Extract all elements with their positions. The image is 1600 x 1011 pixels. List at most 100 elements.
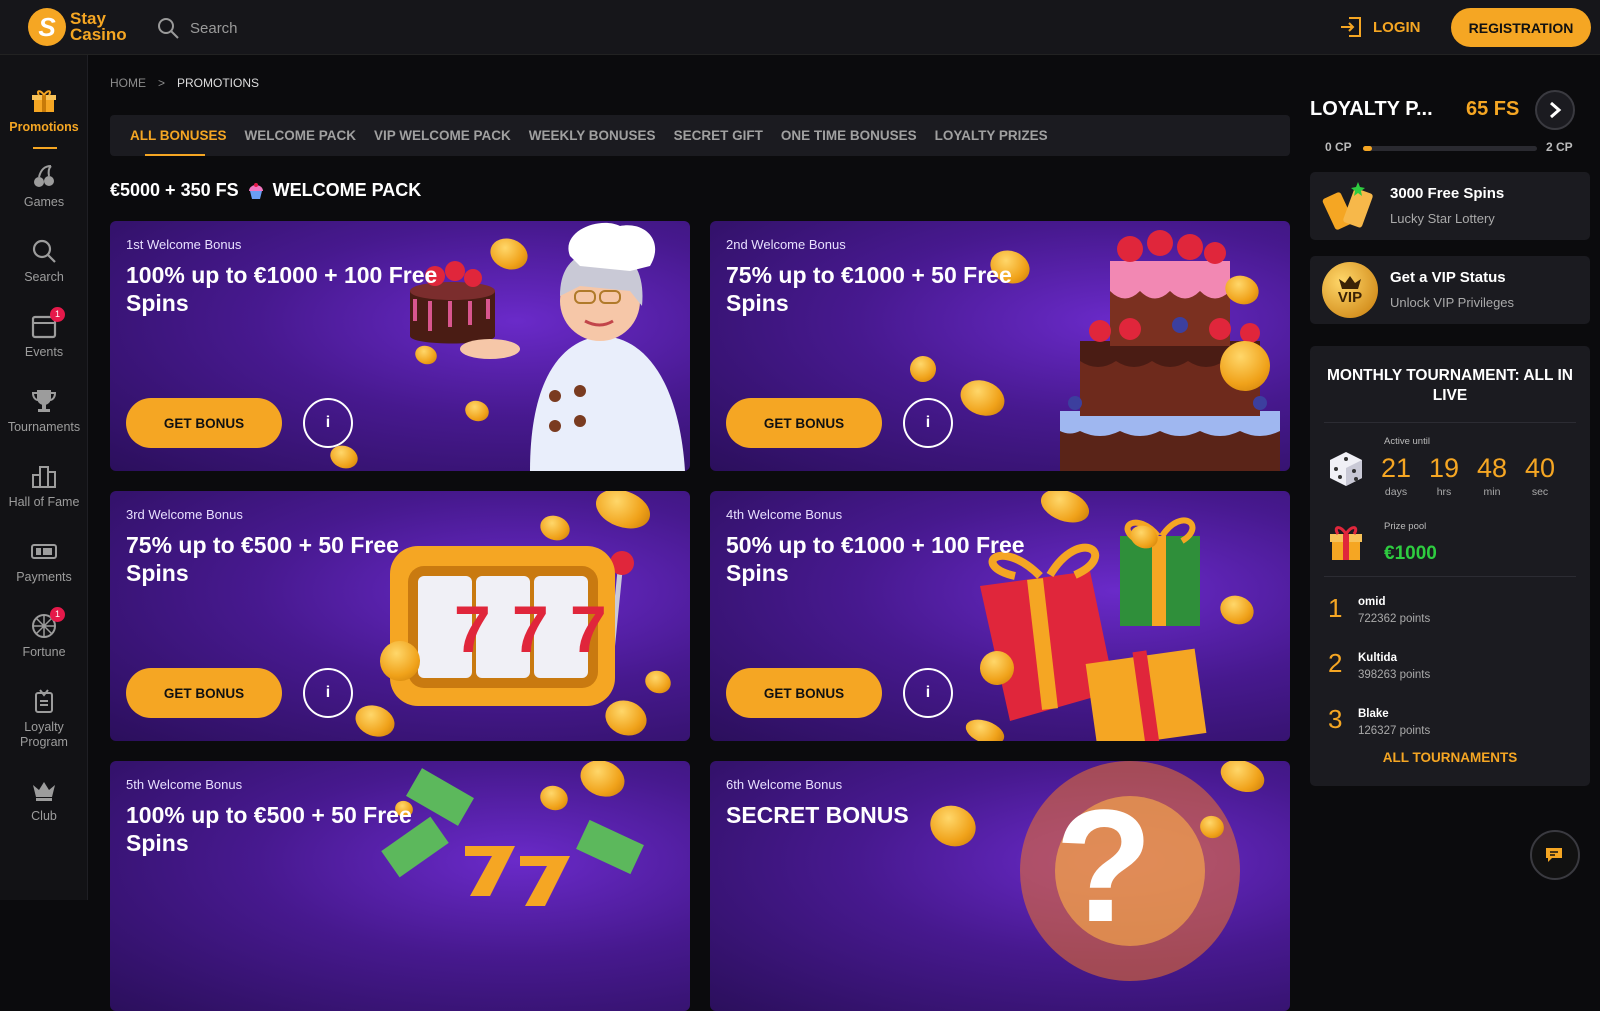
get-bonus-button[interactable]: GET BONUS — [126, 398, 282, 448]
sidebar-item-label: Payments — [16, 570, 72, 584]
countdown-unit: sec — [1531, 486, 1549, 498]
card-subtitle: 4th Welcome Bonus — [726, 507, 843, 522]
get-bonus-button[interactable]: GET BONUS — [726, 668, 882, 718]
bonus-card-1[interactable]: 1st Welcome Bonus 100% up to €1000 + 100… — [110, 221, 690, 471]
bonus-card-6[interactable]: ? 6th Welcome Bonus SECRET BONUS — [710, 761, 1290, 1011]
sidebar-item-payments[interactable]: Payments — [0, 538, 88, 584]
sidebar-item-label: Events — [24, 345, 64, 359]
countdown-hours: 19 hrs — [1424, 454, 1464, 500]
leader-name: omid — [1358, 596, 1386, 608]
sidebar-item-games[interactable]: Games — [0, 163, 88, 209]
countdown-unit: hrs — [1436, 486, 1452, 498]
tab-secret-gift[interactable]: SECRET GIFT — [674, 128, 763, 143]
chevron-right-icon[interactable] — [1535, 90, 1575, 130]
sidebar-item-hall-of-fame[interactable]: Hall of Fame — [0, 463, 88, 509]
active-until-label: Active until — [1384, 436, 1430, 447]
tab-loyalty-prizes[interactable]: LOYALTY PRIZES — [935, 128, 1048, 143]
login-button[interactable]: LOGIN — [1339, 16, 1421, 38]
sidebar-item-loyalty-program[interactable]: Loyalty Program — [0, 688, 88, 750]
logo-line2: Casino — [70, 25, 127, 44]
promo-card-title: Get a VIP Status — [1390, 269, 1506, 286]
all-tournaments-link[interactable]: ALL TOURNAMENTS — [1310, 750, 1590, 765]
promo-card-lottery[interactable]: 3000 Free Spins Lucky Star Lottery — [1310, 172, 1590, 240]
bonus-card-4[interactable]: 4th Welcome Bonus 50% up to €1000 + 100 … — [710, 491, 1290, 741]
tab-weekly-bonuses[interactable]: WEEKLY BONUSES — [529, 128, 656, 143]
gift-icon — [1330, 526, 1362, 560]
sidebar: Promotions Games Search 1 Events Tournam… — [0, 55, 88, 900]
info-icon[interactable]: i — [903, 668, 953, 718]
get-bonus-button[interactable]: GET BONUS — [726, 398, 882, 448]
sidebar-item-events[interactable]: 1 Events — [0, 307, 88, 359]
breadcrumb-home[interactable]: HOME — [110, 76, 146, 90]
card-headline: 75% up to €1000 + 50 Free Spins — [726, 262, 1012, 316]
search-icon — [32, 239, 56, 263]
sidebar-item-search[interactable]: Search — [0, 238, 88, 284]
card-subtitle: 6th Welcome Bonus — [726, 777, 843, 792]
leader-rank: 3 — [1328, 704, 1343, 734]
get-bonus-button[interactable]: GET BONUS — [126, 668, 282, 718]
sidebar-item-label: Promotions — [9, 120, 79, 134]
bonus-card-2[interactable]: 2nd Welcome Bonus 75% up to €1000 + 50 F… — [710, 221, 1290, 471]
countdown-minutes: 48 min — [1472, 454, 1512, 500]
registration-button[interactable]: REGISTRATION — [1451, 8, 1591, 47]
login-icon — [1341, 17, 1361, 37]
tab-vip-welcome-pack[interactable]: VIP WELCOME PACK — [374, 128, 511, 143]
cp-min: 0 CP — [1325, 140, 1352, 154]
search-input[interactable]: Search — [156, 16, 238, 40]
events-badge: 1 — [50, 307, 65, 322]
slot-reel-3: 7 — [570, 592, 607, 666]
card-headline: 100% up to €1000 + 100 Free Spins — [126, 262, 438, 316]
info-icon[interactable]: i — [303, 668, 353, 718]
leader-rank: 2 — [1328, 648, 1343, 678]
logo[interactable]: S Stay Casino — [28, 8, 127, 46]
chat-icon — [1546, 848, 1562, 862]
sidebar-item-promotions[interactable]: Promotions — [0, 88, 88, 134]
tournament-title: MONTHLY TOURNAMENT: ALL IN LIVE — [1327, 367, 1573, 404]
bonus-card-3[interactable]: 7 7 7 3rd Welcome Bonus 75% up to €500 +… — [110, 491, 690, 741]
sidebar-item-club[interactable]: Club — [0, 777, 88, 823]
section-title: €5000 + 350 FS WELCOME PACK — [110, 180, 421, 201]
sidebar-item-fortune[interactable]: 1 Fortune — [0, 607, 88, 659]
countdown-number: 48 — [1476, 453, 1508, 483]
logo-mark: S — [28, 8, 66, 46]
sidebar-item-label: Club — [31, 809, 57, 823]
leader-name: Blake — [1358, 708, 1389, 720]
card-headline: 50% up to €1000 + 100 Free Spins — [726, 532, 1025, 586]
divider — [1324, 422, 1576, 423]
prize-pool-label: Prize pool — [1384, 521, 1427, 532]
info-icon[interactable]: i — [903, 398, 953, 448]
slot-reel-2: 7 — [512, 592, 549, 666]
tab-one-time-bonuses[interactable]: ONE TIME BONUSES — [781, 128, 917, 143]
sidebar-item-label: Loyalty Program — [20, 720, 68, 749]
top-bar: S Stay Casino Search LOGIN REGISTRATION — [0, 0, 1600, 55]
countdown-days: 21 days — [1376, 454, 1416, 500]
loyalty-progress-fill — [1363, 146, 1372, 151]
countdown-number: 19 — [1428, 453, 1460, 483]
sidebar-item-label: Hall of Fame — [8, 495, 80, 509]
info-icon[interactable]: i — [303, 398, 353, 448]
tab-welcome-pack[interactable]: WELCOME PACK — [245, 128, 357, 143]
bonus-card-5[interactable]: 5th Welcome Bonus 100% up to €500 + 50 F… — [110, 761, 690, 1011]
tab-all-bonuses[interactable]: ALL BONUSES — [130, 128, 227, 156]
loyalty-title: LOYALTY P... — [1310, 98, 1433, 120]
breadcrumb: HOME > PROMOTIONS — [110, 76, 259, 90]
promo-card-vip[interactable]: VIP Get a VIP Status Unlock VIP Privileg… — [1310, 256, 1590, 324]
countdown-number: 40 — [1524, 453, 1556, 483]
chat-button[interactable] — [1530, 830, 1580, 880]
sidebar-item-label: Search — [24, 270, 64, 284]
prize-pool-value: €1000 — [1384, 543, 1437, 564]
promo-card-title: 3000 Free Spins — [1390, 185, 1505, 202]
cupcake-icon — [248, 182, 263, 199]
card-subtitle: 1st Welcome Bonus — [126, 237, 242, 252]
cp-max: 2 CP — [1546, 140, 1573, 154]
wallet-icon — [31, 544, 57, 559]
dice-icon — [1330, 452, 1362, 486]
podium-icon — [32, 466, 56, 488]
sidebar-item-tournaments[interactable]: Tournaments — [0, 388, 88, 434]
tournament-panel: MONTHLY TOURNAMENT: ALL IN LIVE Active u… — [1310, 346, 1590, 786]
crown-icon — [1339, 275, 1361, 289]
section-title-amount: €5000 + 350 FS — [110, 180, 239, 200]
leader-points: 722362 points — [1358, 613, 1431, 625]
sidebar-item-label: Games — [23, 195, 65, 209]
vip-icon-text: VIP — [1337, 288, 1363, 306]
